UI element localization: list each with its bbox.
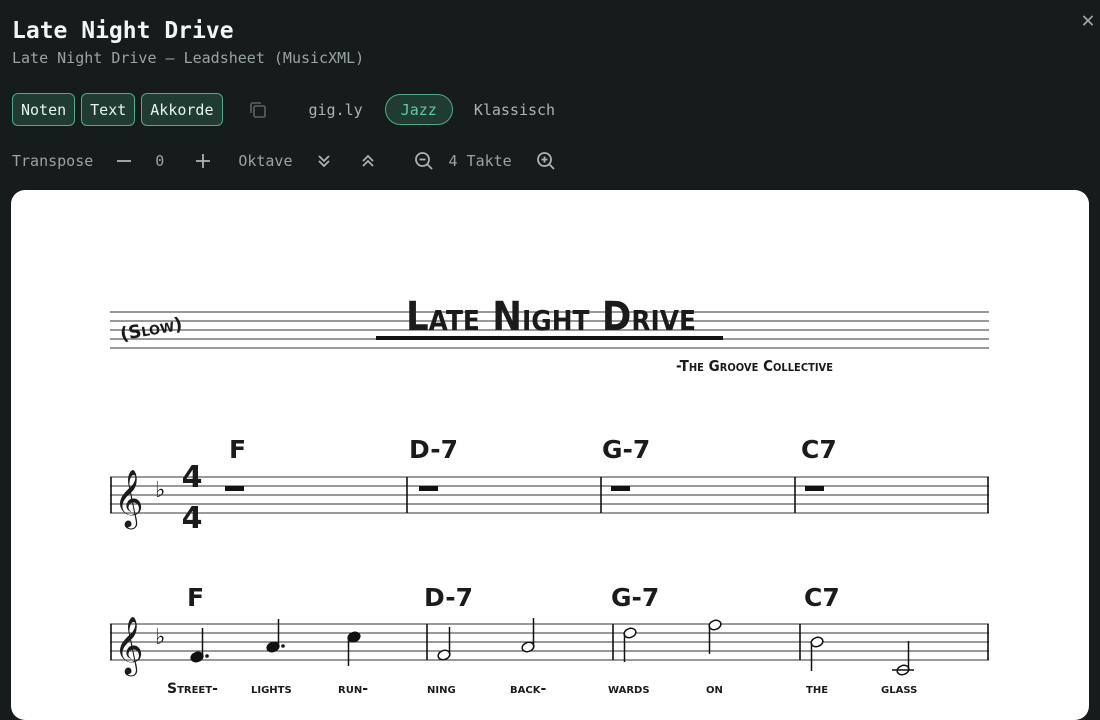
akkorde-button[interactable]: Akkorde [141, 93, 223, 126]
measures-label: 4 Takte [448, 152, 512, 170]
note [892, 641, 914, 676]
tab-gigly[interactable]: gig.ly [309, 101, 363, 119]
lyric: lights [251, 681, 292, 697]
lyric: wards [608, 681, 650, 697]
chord-symbol: D-7 [409, 435, 458, 464]
tab-klassisch[interactable]: Klassisch [474, 101, 555, 119]
minus-icon[interactable] [113, 150, 135, 172]
key-signature: ♭ [155, 478, 165, 503]
whole-rest [805, 486, 824, 491]
chord-symbol: F [229, 435, 246, 464]
sheet-title: Late Night Drive [406, 294, 696, 340]
sheet-canvas: Late Night Drive (Slow) -The Groove Coll… [11, 190, 1089, 720]
lyric: run- [338, 681, 368, 697]
chevrons-down-icon[interactable] [313, 150, 335, 172]
chord-symbol: F [187, 583, 204, 612]
treble-clef: 𝄞 [114, 616, 144, 677]
note [347, 631, 361, 666]
chord-symbol: D-7 [424, 583, 473, 612]
whole-rest [225, 486, 244, 491]
leadsheet-svg: Late Night Drive (Slow) -The Groove Coll… [110, 294, 989, 697]
chevrons-up-icon[interactable] [357, 150, 379, 172]
toolbar-controls: Transpose 0 Oktave 4 Takte [12, 149, 557, 173]
whole-rest [419, 486, 438, 491]
whole-rest [611, 486, 630, 491]
noten-button[interactable]: Noten [12, 93, 76, 126]
tab-jazz[interactable]: Jazz [384, 94, 453, 125]
time-sig-bottom: 4 [182, 501, 203, 536]
lyric: Street- [167, 681, 218, 697]
chord-symbol: C7 [801, 435, 837, 464]
transpose-label: Transpose [12, 152, 94, 170]
copy-icon[interactable] [247, 99, 269, 121]
text-button[interactable]: Text [81, 93, 136, 126]
chord-symbol: G-7 [611, 583, 659, 612]
octave-label: Oktave [238, 152, 293, 170]
lyric: ning [427, 681, 456, 697]
page-title: Late Night Drive [12, 18, 234, 44]
time-sig-top: 4 [182, 460, 203, 495]
note [521, 618, 535, 653]
lyric: on [706, 681, 723, 697]
note [708, 619, 722, 654]
lyric: glass [881, 681, 917, 697]
composer: -The Groove Collective [676, 357, 833, 375]
plus-icon[interactable] [192, 150, 214, 172]
chord-symbol: G-7 [602, 435, 650, 464]
toolbar-view: Noten Text Akkorde gig.ly Jazz Klassisch [12, 92, 555, 127]
key-signature: ♭ [155, 625, 165, 650]
close-icon[interactable]: ✕ [1077, 10, 1099, 32]
zoom-in-icon[interactable] [535, 150, 557, 172]
note [623, 627, 637, 662]
chord-symbol: C7 [804, 583, 840, 612]
tempo-mark: (Slow) [119, 314, 184, 346]
transpose-value: 0 [155, 152, 165, 170]
lyric: back- [510, 681, 546, 697]
treble-clef: 𝄞 [114, 469, 144, 530]
note [810, 636, 824, 671]
page-subtitle: Late Night Drive — Leadsheet (MusicXML) [12, 49, 365, 67]
lyric: the [806, 681, 828, 697]
zoom-out-icon[interactable] [413, 150, 435, 172]
note [437, 627, 451, 661]
